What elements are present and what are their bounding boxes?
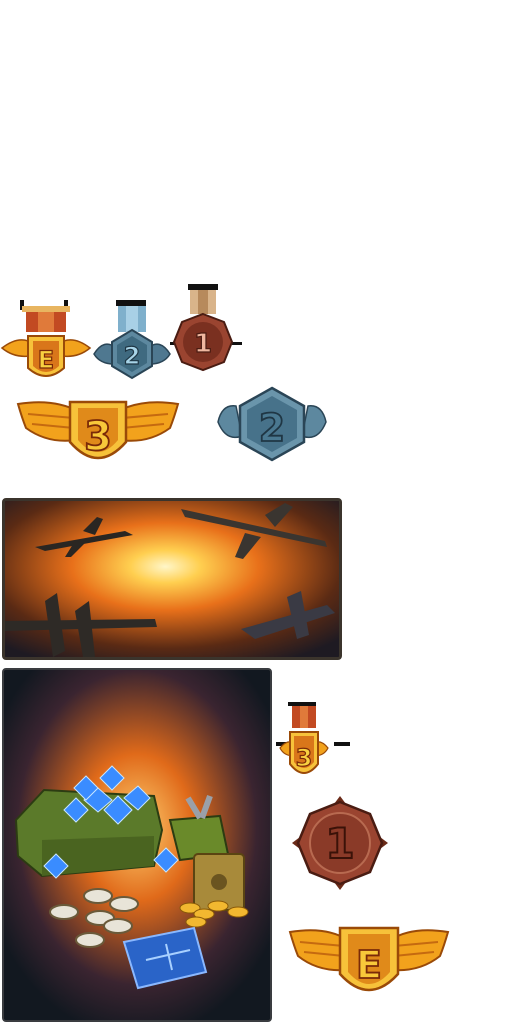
medal-3-glyph: 3 <box>296 744 313 772</box>
reward-chest-panel <box>2 668 272 1022</box>
medal-2-ribbon-icon: 2 <box>93 300 171 380</box>
medal-1-glyph: 1 <box>194 329 212 359</box>
reward-chest-art-icon <box>4 670 270 1020</box>
badge-e-glyph: E <box>356 943 382 987</box>
badge-3-glyph: 3 <box>84 414 112 460</box>
badge-e-wings-icon: E <box>288 926 450 992</box>
badge-1-octagon-icon: 1 <box>292 796 388 890</box>
medal-2-glyph: 2 <box>124 342 141 370</box>
medal-3-ribbon-icon: 3 <box>276 702 350 774</box>
badge-2-hexagon-icon: 2 <box>217 386 327 462</box>
badge-3-wings-icon: 3 <box>16 400 180 461</box>
medal-e-glyph: E <box>38 346 54 374</box>
medal-1-ribbon-icon: 1 <box>170 284 242 372</box>
air-battle-banner <box>2 498 342 660</box>
air-battle-art-icon <box>5 501 339 657</box>
medal-e-ribbon-icon: E <box>0 300 92 377</box>
badge-1-glyph: 1 <box>325 819 354 868</box>
badge-2-glyph: 2 <box>259 406 285 450</box>
